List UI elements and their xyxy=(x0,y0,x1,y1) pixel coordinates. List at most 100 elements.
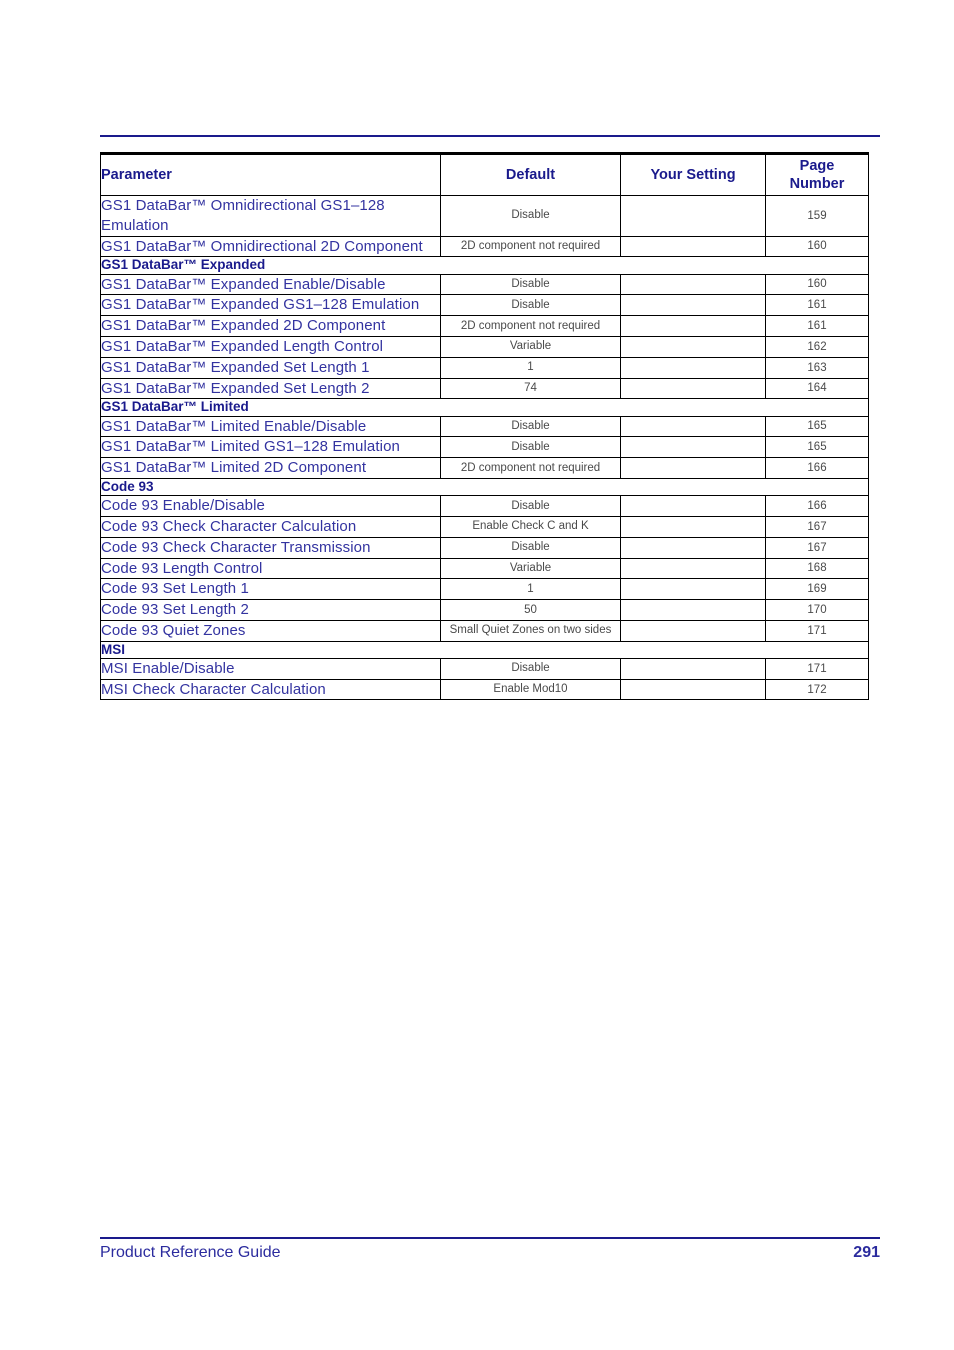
cell-page-number: 162 xyxy=(765,335,869,358)
cell-your-setting[interactable] xyxy=(620,273,766,296)
table-row: MSI Enable/Disable Disable 171 xyxy=(100,657,869,680)
document-page: Parameter Default Your Setting Page Numb… xyxy=(0,0,954,1350)
table-row: GS1 DataBar™ Limited 2D Component 2D comp… xyxy=(100,457,869,479)
cell-default: 50 xyxy=(440,599,621,621)
cell-parameter: Code 93 Check Character Transmission xyxy=(100,536,441,559)
cell-page-number: 159 xyxy=(765,195,869,237)
parameter-table-container: Parameter Default Your Setting Page Numb… xyxy=(100,152,869,701)
cell-parameter: Code 93 Enable/Disable xyxy=(100,495,441,517)
cell-default: Disable xyxy=(440,536,621,559)
cell-your-setting[interactable] xyxy=(620,619,766,642)
cell-default: Disable xyxy=(440,195,621,237)
table-row: GS1 DataBar™ Expanded GS1–128 Emulation D… xyxy=(100,294,869,317)
cell-page-number: 160 xyxy=(765,273,869,296)
cell-your-setting[interactable] xyxy=(620,294,766,317)
page-footer: Product Reference Guide 291 xyxy=(100,1244,880,1274)
cell-parameter: Code 93 Quiet Zones xyxy=(100,619,441,642)
section-title: GS1 DataBar™ Limited xyxy=(100,398,869,417)
cell-your-setting[interactable] xyxy=(620,315,766,337)
cell-parameter: MSI Enable/Disable xyxy=(100,657,441,680)
cell-default: Disable xyxy=(440,415,621,438)
cell-your-setting[interactable] xyxy=(620,515,766,538)
cell-your-setting[interactable] xyxy=(620,457,766,479)
cell-default: Small Quiet Zones on two sides xyxy=(440,619,621,642)
cell-your-setting[interactable] xyxy=(620,356,766,379)
parameter-reference-table: Parameter Default Your Setting Page Numb… xyxy=(100,152,869,701)
cell-parameter: GS1 DataBar™ Omnidirectional 2D Componen… xyxy=(100,235,441,258)
footer-rule xyxy=(100,1237,880,1239)
section-title: GS1 DataBar™ Expanded xyxy=(100,256,869,275)
cell-your-setting[interactable] xyxy=(620,495,766,517)
section-title: Code 93 xyxy=(100,477,869,497)
table-row: Code 93 Length Control Variable 168 xyxy=(100,557,869,580)
cell-default: Enable Check C and K xyxy=(440,515,621,538)
cell-page-number: 165 xyxy=(765,436,869,459)
cell-your-setting[interactable] xyxy=(620,599,766,621)
column-header-default: Default xyxy=(440,153,621,196)
table-row: GS1 DataBar™ Limited GS1–128 Emulation Di… xyxy=(100,436,869,459)
table-row: GS1 DataBar™ Limited Enable/Disable Disab… xyxy=(100,415,869,438)
table-row: Code 93 Set Length 1 1 169 xyxy=(100,578,869,601)
cell-your-setting[interactable] xyxy=(620,657,766,680)
column-header-page-number-line1: Page xyxy=(799,157,835,174)
cell-your-setting[interactable] xyxy=(620,536,766,559)
table-row: Code 93 Check Character Transmission Disa… xyxy=(100,536,869,559)
section-title: MSI xyxy=(100,640,869,659)
cell-your-setting[interactable] xyxy=(620,557,766,580)
cell-default: Variable xyxy=(440,557,621,580)
cell-page-number: 168 xyxy=(765,557,869,580)
table-row: GS1 DataBar™ Omnidirectional 2D Componen… xyxy=(100,235,869,258)
cell-your-setting[interactable] xyxy=(620,195,766,237)
table-row: GS1 DataBar™ Expanded Enable/Disable Disa… xyxy=(100,273,869,296)
table-header-row: Parameter Default Your Setting Page Numb… xyxy=(100,153,869,196)
cell-default: 1 xyxy=(440,356,621,379)
table-section-row: MSI xyxy=(100,640,869,659)
table-body: GS1 DataBar™ Omnidirectional GS1–128 Emu… xyxy=(100,195,869,701)
table-row: GS1 DataBar™ Expanded Length Control Vari… xyxy=(100,335,869,358)
cell-page-number: 167 xyxy=(765,515,869,538)
cell-your-setting[interactable] xyxy=(620,415,766,438)
cell-default: 2D component not required xyxy=(440,235,621,258)
cell-your-setting[interactable] xyxy=(620,377,766,400)
table-row: Code 93 Enable/Disable Disable 166 xyxy=(100,495,869,517)
table-row: Code 93 Quiet Zones Small Quiet Zones on … xyxy=(100,619,869,642)
cell-page-number: 166 xyxy=(765,457,869,479)
cell-parameter: Code 93 Check Character Calculation xyxy=(100,515,441,538)
cell-your-setting[interactable] xyxy=(620,578,766,601)
cell-default: Enable Mod10 xyxy=(440,678,621,701)
header-rule xyxy=(100,135,880,137)
table-row: Code 93 Set Length 2 50 170 xyxy=(100,599,869,621)
cell-your-setting[interactable] xyxy=(620,678,766,701)
cell-page-number: 166 xyxy=(765,495,869,517)
cell-your-setting[interactable] xyxy=(620,235,766,258)
cell-default: Disable xyxy=(440,436,621,459)
table-section-row: Code 93 xyxy=(100,477,869,497)
cell-page-number: 164 xyxy=(765,377,869,400)
cell-page-number: 171 xyxy=(765,619,869,642)
cell-your-setting[interactable] xyxy=(620,436,766,459)
cell-page-number: 160 xyxy=(765,235,869,258)
cell-default: Disable xyxy=(440,294,621,317)
cell-page-number: 163 xyxy=(765,356,869,379)
table-section-row: GS1 DataBar™ Expanded xyxy=(100,256,869,275)
table-row: Code 93 Check Character Calculation Enabl… xyxy=(100,515,869,538)
cell-parameter: GS1 DataBar™ Expanded 2D Component xyxy=(100,315,441,337)
cell-your-setting[interactable] xyxy=(620,335,766,358)
cell-parameter: Code 93 Set Length 1 xyxy=(100,578,441,601)
table-row: GS1 DataBar™ Expanded Set Length 1 1 163 xyxy=(100,356,869,379)
table-row: GS1 DataBar™ Expanded 2D Component 2D com… xyxy=(100,315,869,337)
cell-parameter: GS1 DataBar™ Limited 2D Component xyxy=(100,457,441,479)
cell-parameter: GS1 DataBar™ Expanded Enable/Disable xyxy=(100,273,441,296)
cell-parameter: Code 93 Set Length 2 xyxy=(100,599,441,621)
footer-page-number: 291 xyxy=(853,1244,880,1261)
column-header-parameter: Parameter xyxy=(100,153,441,196)
table-row: GS1 DataBar™ Omnidirectional GS1–128 Emu… xyxy=(100,195,869,237)
cell-parameter: GS1 DataBar™ Expanded GS1–128 Emulation xyxy=(100,294,441,317)
cell-page-number: 169 xyxy=(765,578,869,601)
footer-title: Product Reference Guide xyxy=(100,1244,281,1261)
table-row: GS1 DataBar™ Expanded Set Length 2 74 164 xyxy=(100,377,869,400)
column-header-page-number: Page Number xyxy=(765,153,869,196)
cell-default: 74 xyxy=(440,377,621,400)
cell-parameter: GS1 DataBar™ Expanded Set Length 2 xyxy=(100,377,441,400)
cell-page-number: 172 xyxy=(765,678,869,701)
